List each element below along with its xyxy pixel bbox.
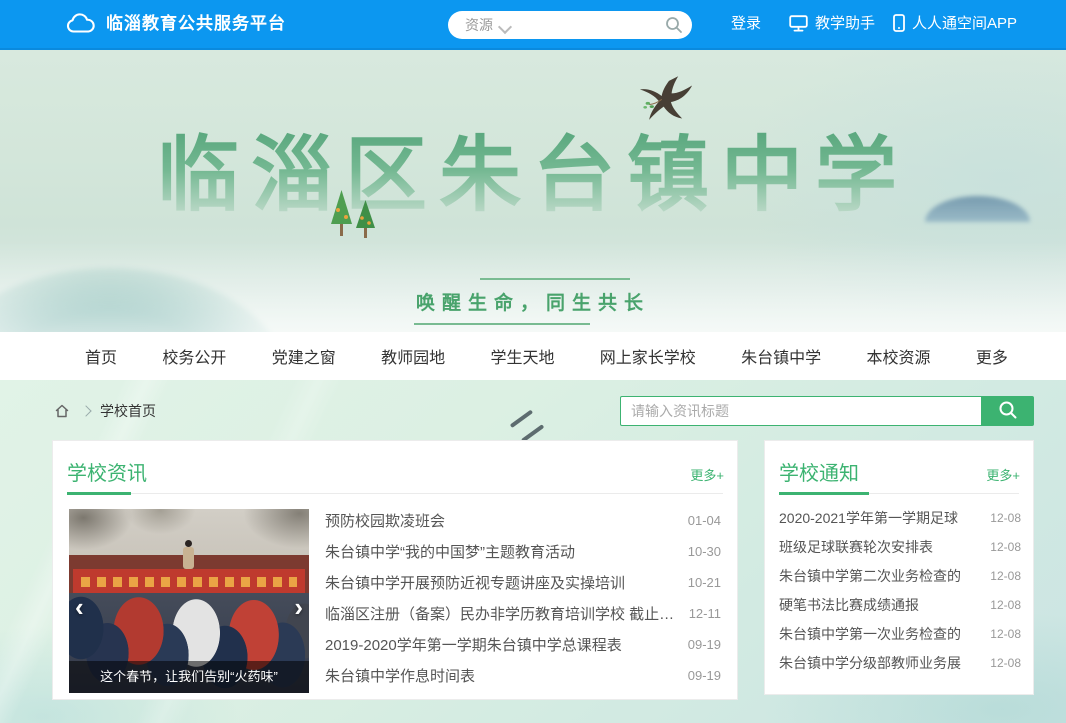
nav-item-school-resources[interactable]: 本校资源: [867, 344, 931, 368]
notice-more-link[interactable]: 更多+: [986, 465, 1020, 484]
page: 临淄教育公共服务平台 资源 登录 教学助手 人人通空间APP: [0, 0, 1066, 723]
notice-date: 12-08: [990, 598, 1021, 612]
search-category-dropdown[interactable]: 资源: [465, 11, 493, 39]
nav-item-more[interactable]: 更多: [976, 344, 1008, 368]
news-title: 朱台镇中学“我的中国梦”主题教育活动: [325, 541, 676, 562]
nav-item-student-world[interactable]: 学生天地: [490, 344, 554, 368]
phone-icon: [893, 14, 905, 32]
notice-title: 朱台镇中学第一次业务检查的: [779, 624, 980, 644]
notice-date: 12-08: [990, 627, 1021, 641]
slogan-line-bottom: [414, 323, 590, 325]
main-nav: 首页 校务公开 党建之窗 教师园地 学生天地 网上家长学校 朱台镇中学 本校资源…: [0, 332, 1066, 380]
notice-title: 硬笔书法比赛成绩通报: [779, 595, 980, 615]
notice-date: 12-08: [990, 511, 1021, 525]
panel-title: 学校通知: [779, 457, 859, 486]
notice-list-item[interactable]: 硬笔书法比赛成绩通报 12-08: [779, 590, 1021, 619]
search-icon[interactable]: [665, 16, 683, 34]
swallow-icon: [632, 74, 698, 130]
carousel-next-button[interactable]: ›: [287, 595, 303, 621]
nav-item-teacher-garden[interactable]: 教师园地: [381, 344, 445, 368]
monitor-icon: [789, 15, 808, 32]
cloud-logo-icon: [66, 12, 96, 36]
school-name-title: 临淄区朱台镇中学: [157, 108, 909, 227]
panel-divider: [67, 493, 723, 494]
news-date: 10-30: [688, 544, 721, 559]
news-title: 朱台镇中学开展预防近视专题讲座及实操培训: [325, 572, 676, 593]
news-list-item[interactable]: 朱台镇中学开展预防近视专题讲座及实操培训 10-21: [325, 567, 721, 598]
news-list-item[interactable]: 临淄区注册（备案）民办非学历教育培训学校 截止2019 12-11: [325, 598, 721, 629]
nav-item-home[interactable]: 首页: [85, 344, 117, 368]
news-date: 01-04: [688, 513, 721, 528]
news-search-button[interactable]: [982, 396, 1034, 426]
news-title: 预防校园欺凌班会: [325, 510, 676, 531]
notice-title: 2020-2021学年第一学期足球: [779, 508, 980, 528]
teaching-assistant-label: 教学助手: [815, 15, 875, 32]
notice-list-item[interactable]: 朱台镇中学第一次业务检查的 12-08: [779, 619, 1021, 648]
school-banner: 临淄区朱台镇中学 唤醒生命，同生共长: [0, 50, 1066, 332]
nav-item-parent-school[interactable]: 网上家长学校: [600, 344, 696, 368]
news-list-item[interactable]: 预防校园欺凌班会 01-04: [325, 505, 721, 536]
news-search-input[interactable]: [620, 396, 982, 426]
school-news-panel: 学校资讯 更多+ 这个春节，让我们告别“火药味” ‹ › 预防校园欺凌班会 01…: [52, 440, 738, 700]
topbar-search[interactable]: 资源: [448, 11, 692, 39]
news-date: 10-21: [688, 575, 721, 590]
school-notice-panel: 学校通知 更多+ 2020-2021学年第一学期足球 12-08 班级足球联赛轮…: [764, 440, 1034, 695]
nav-item-school-affairs[interactable]: 校务公开: [162, 344, 226, 368]
login-button[interactable]: 登录: [731, 0, 761, 48]
breadcrumb-chevron-icon: [80, 405, 91, 416]
slogan-line-top: [480, 278, 630, 280]
photo-speaker: [183, 547, 194, 569]
news-date: 09-19: [688, 668, 721, 683]
carousel-prev-button[interactable]: ‹: [75, 595, 91, 621]
notice-title: 朱台镇中学分级部教师业务展: [779, 653, 980, 673]
notice-list-item[interactable]: 2020-2021学年第一学期足球 12-08: [779, 503, 1021, 532]
news-carousel[interactable]: 这个春节，让我们告别“火药味” ‹ ›: [69, 509, 309, 693]
news-more-link[interactable]: 更多+: [690, 465, 724, 484]
news-date: 09-19: [688, 637, 721, 652]
slogan-text: 唤醒生命，同生共长: [408, 288, 658, 315]
search-icon: [998, 400, 1018, 420]
news-list: 预防校园欺凌班会 01-04 朱台镇中学“我的中国梦”主题教育活动 10-30 …: [325, 505, 721, 691]
home-icon[interactable]: [54, 403, 70, 419]
news-title: 临淄区注册（备案）民办非学历教育培训学校 截止2019: [325, 603, 677, 624]
breadcrumb-current[interactable]: 学校首页: [100, 401, 156, 421]
notice-date: 12-08: [990, 656, 1021, 670]
renrentong-app-link[interactable]: 人人通空间APP: [893, 0, 1017, 48]
notice-list: 2020-2021学年第一学期足球 12-08 班级足球联赛轮次安排表 12-0…: [779, 503, 1021, 677]
platform-title: 临淄教育公共服务平台: [106, 0, 286, 48]
news-title: 2019-2020学年第一学期朱台镇中学总课程表: [325, 634, 676, 655]
notice-list-item[interactable]: 朱台镇中学第二次业务检查的 12-08: [779, 561, 1021, 590]
topbar: 临淄教育公共服务平台 资源 登录 教学助手 人人通空间APP: [0, 0, 1066, 50]
slogan-block: 唤醒生命，同生共长: [408, 278, 658, 325]
notice-date: 12-08: [990, 569, 1021, 583]
carousel-caption[interactable]: 这个春节，让我们告别“火药味”: [69, 661, 309, 693]
news-list-item[interactable]: 朱台镇中学作息时间表 09-19: [325, 660, 721, 691]
news-list-item[interactable]: 2019-2020学年第一学期朱台镇中学总课程表 09-19: [325, 629, 721, 660]
breadcrumb: 学校首页: [54, 401, 156, 421]
nav-item-party-window[interactable]: 党建之窗: [272, 344, 336, 368]
news-date: 12-11: [689, 606, 721, 621]
nav-item-zhutai-school[interactable]: 朱台镇中学: [741, 344, 821, 368]
news-title: 朱台镇中学作息时间表: [325, 665, 676, 686]
panel-divider: [779, 493, 1019, 494]
chevron-down-icon[interactable]: [498, 20, 512, 34]
photo-red-banner: [73, 569, 305, 595]
content-area: 学校首页 学校资讯 更多+ 这个春节，: [0, 380, 1066, 723]
trees-icon: [322, 184, 386, 240]
notice-list-item[interactable]: 班级足球联赛轮次安排表 12-08: [779, 532, 1021, 561]
teaching-assistant-link[interactable]: 教学助手: [789, 0, 875, 48]
notice-list-item[interactable]: 朱台镇中学分级部教师业务展 12-08: [779, 648, 1021, 677]
notice-title: 朱台镇中学第二次业务检查的: [779, 566, 980, 586]
renrentong-app-label: 人人通空间APP: [912, 15, 1017, 32]
news-list-item[interactable]: 朱台镇中学“我的中国梦”主题教育活动 10-30: [325, 536, 721, 567]
panel-title: 学校资讯: [67, 457, 147, 486]
notice-date: 12-08: [990, 540, 1021, 554]
notice-title: 班级足球联赛轮次安排表: [779, 537, 980, 557]
